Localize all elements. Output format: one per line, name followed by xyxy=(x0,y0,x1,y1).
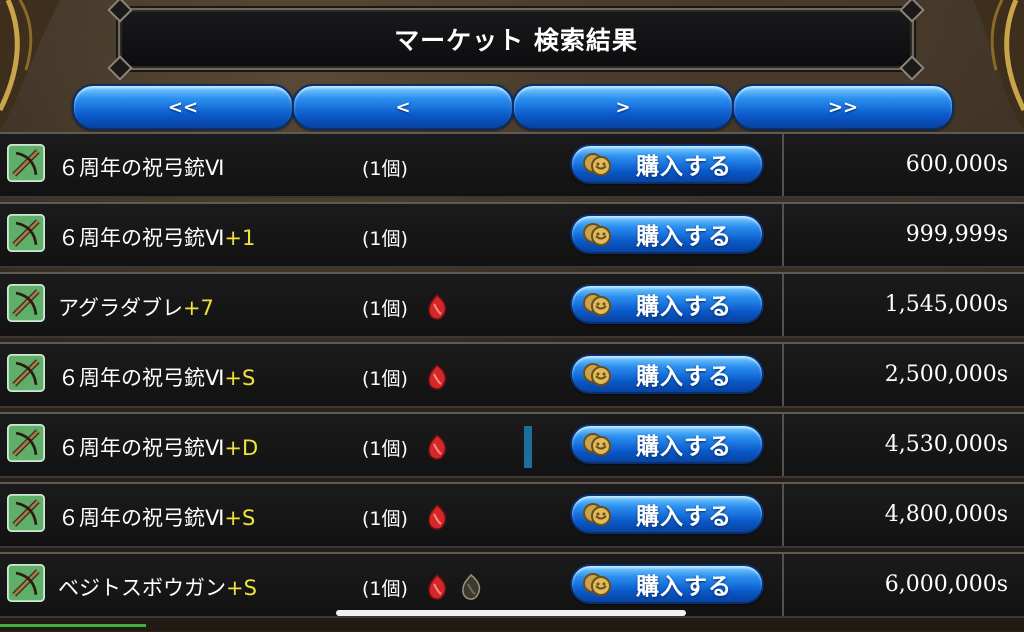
item-name-text: ６周年の祝弓銃Ⅵ xyxy=(58,506,225,530)
enhance-level: +S xyxy=(226,576,257,600)
item-name: ６周年の祝弓銃Ⅵ xyxy=(58,152,224,182)
next-page-button[interactable]: > xyxy=(512,84,734,130)
column-divider xyxy=(782,134,784,196)
buy-button-label: 購入する xyxy=(636,574,732,600)
coin-icon xyxy=(582,220,614,248)
dark-gem-icon xyxy=(460,573,482,600)
item-price: 4,800,000s xyxy=(884,502,1008,527)
column-divider xyxy=(782,344,784,406)
column-divider xyxy=(782,204,784,266)
crossbow-icon xyxy=(7,564,49,606)
crossbow-icon xyxy=(7,214,49,256)
pagination-nav: << < > >> xyxy=(72,84,954,130)
crossbow-icon xyxy=(7,354,49,396)
buy-button[interactable]: 購入する xyxy=(570,144,764,184)
coin-icon xyxy=(582,290,614,318)
coin-icon xyxy=(582,150,614,178)
buy-button-label: 購入する xyxy=(636,294,732,320)
column-divider xyxy=(782,484,784,546)
column-divider xyxy=(782,274,784,336)
market-item-row[interactable]: ベジトスボウガン+S (1個) 購入する 6,000,000s xyxy=(0,552,1024,618)
crossbow-icon xyxy=(7,144,49,186)
item-quantity: (1個) xyxy=(362,508,408,530)
buy-button[interactable]: 購入する xyxy=(570,284,764,324)
coin-icon xyxy=(582,570,614,598)
enhance-level: +S xyxy=(224,506,256,530)
item-name-text: ６周年の祝弓銃Ⅵ xyxy=(58,226,225,250)
item-price: 1,545,000s xyxy=(884,292,1008,317)
item-quantity: (1個) xyxy=(362,438,408,460)
market-item-row[interactable]: ６周年の祝弓銃Ⅵ+1 (1個) 購入する 999,999s xyxy=(0,202,1024,268)
market-results-list: ６周年の祝弓銃Ⅵ (1個) 購入する 600,000s ６周年の祝弓銃Ⅵ+1 (1個) 購入… xyxy=(0,132,1024,632)
buy-button-label: 購入する xyxy=(636,154,732,180)
page-title: マーケット 検索結果 xyxy=(394,26,638,55)
item-name-text: ６周年の祝弓銃Ⅵ xyxy=(58,436,225,460)
item-price: 6,000,000s xyxy=(884,572,1008,597)
buy-button[interactable]: 購入する xyxy=(570,494,764,534)
scroll-marker xyxy=(524,426,532,468)
enhance-level: +7 xyxy=(182,296,214,320)
home-indicator[interactable] xyxy=(336,610,686,616)
red-gem-icon xyxy=(426,433,448,460)
item-name-text: ベジトスボウガン xyxy=(58,576,226,600)
red-gem-icon xyxy=(426,293,448,320)
enhance-level: +1 xyxy=(224,226,256,250)
column-divider xyxy=(782,554,784,616)
column-divider xyxy=(782,414,784,476)
item-quantity: (1個) xyxy=(362,298,408,320)
buy-button-label: 購入する xyxy=(636,364,732,390)
item-price: 4,530,000s xyxy=(884,432,1008,457)
prev-page-button[interactable]: < xyxy=(292,84,514,130)
item-name: ６周年の祝弓銃Ⅵ+1 xyxy=(58,222,255,252)
coin-icon xyxy=(582,360,614,388)
market-item-row[interactable]: ６周年の祝弓銃Ⅵ+S (1個) 購入する 2,500,000s xyxy=(0,342,1024,408)
progress-line xyxy=(0,624,146,627)
item-name-text: アグラダブレ xyxy=(58,296,183,320)
item-quantity: (1個) xyxy=(362,368,408,390)
buy-button-label: 購入する xyxy=(636,504,732,530)
red-gem-icon xyxy=(426,573,448,600)
coin-icon xyxy=(582,500,614,528)
market-item-row[interactable]: ６周年の祝弓銃Ⅵ (1個) 購入する 600,000s xyxy=(0,132,1024,198)
buy-button[interactable]: 購入する xyxy=(570,354,764,394)
red-gem-icon xyxy=(426,363,448,390)
item-name-text: ６周年の祝弓銃Ⅵ xyxy=(58,366,225,390)
item-name: ６周年の祝弓銃Ⅵ+D xyxy=(58,432,258,462)
last-page-button[interactable]: >> xyxy=(732,84,954,130)
crossbow-icon xyxy=(7,494,49,536)
first-page-button[interactable]: << xyxy=(72,84,294,130)
enhance-level: +D xyxy=(224,436,259,460)
item-quantity: (1個) xyxy=(362,228,408,250)
item-name: ６周年の祝弓銃Ⅵ+S xyxy=(58,502,255,532)
item-name: アグラダブレ+7 xyxy=(58,292,214,322)
item-name: ベジトスボウガン+S xyxy=(58,572,257,602)
item-quantity: (1個) xyxy=(362,578,408,600)
item-price: 999,999s xyxy=(905,222,1008,247)
buy-button-label: 購入する xyxy=(636,224,732,250)
crossbow-icon xyxy=(7,284,49,326)
title-bar: マーケット 検索結果 xyxy=(107,0,925,81)
item-name-text: ６周年の祝弓銃Ⅵ xyxy=(58,156,225,180)
item-name: ６周年の祝弓銃Ⅵ+S xyxy=(58,362,255,392)
market-item-row[interactable]: ６周年の祝弓銃Ⅵ+D (1個) 購入する 4,530,000s xyxy=(0,412,1024,478)
market-item-row[interactable]: アグラダブレ+7 (1個) 購入する 1,545,000s xyxy=(0,272,1024,338)
item-quantity: (1個) xyxy=(362,158,408,180)
market-item-row[interactable]: ６周年の祝弓銃Ⅵ+S (1個) 購入する 4,800,000s xyxy=(0,482,1024,548)
coin-icon xyxy=(582,430,614,458)
buy-button-label: 購入する xyxy=(636,434,732,460)
enhance-level: +S xyxy=(224,366,256,390)
crossbow-icon xyxy=(7,424,49,466)
buy-button[interactable]: 購入する xyxy=(570,424,764,464)
red-gem-icon xyxy=(426,503,448,530)
item-price: 600,000s xyxy=(905,152,1008,177)
buy-button[interactable]: 購入する xyxy=(570,214,764,254)
buy-button[interactable]: 購入する xyxy=(570,564,764,604)
item-price: 2,500,000s xyxy=(884,362,1008,387)
